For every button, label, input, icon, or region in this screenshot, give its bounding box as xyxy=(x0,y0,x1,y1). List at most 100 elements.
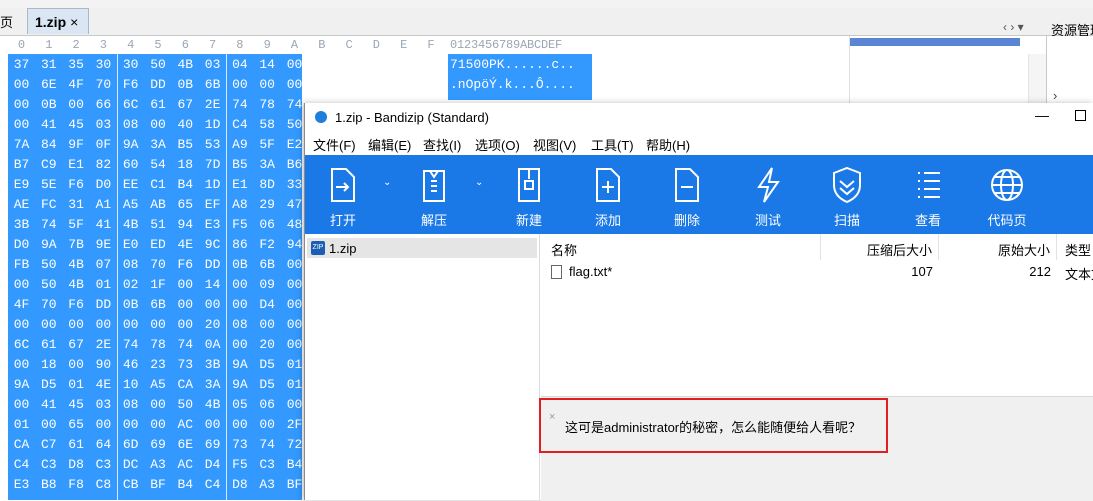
hex-byte[interactable]: D4 xyxy=(254,297,281,312)
hex-byte[interactable]: 00 xyxy=(63,317,90,332)
hex-byte[interactable]: 9A xyxy=(8,377,35,392)
hex-byte[interactable]: 51 xyxy=(145,217,172,232)
hex-row[interactable]: FB 50 4B 07 08 70 F6 DD 0B 6B 00 xyxy=(8,254,303,274)
hex-byte[interactable]: ED xyxy=(145,237,172,252)
hex-byte[interactable]: E1 xyxy=(63,157,90,172)
hex-byte[interactable]: 45 xyxy=(63,117,90,132)
hex-byte[interactable]: F5 xyxy=(226,457,253,472)
hex-byte[interactable]: 35 xyxy=(63,57,90,72)
hex-byte[interactable]: 78 xyxy=(145,337,172,352)
hex-byte[interactable]: 08 xyxy=(418,77,445,92)
hex-byte[interactable]: 86 xyxy=(226,237,253,252)
hex-byte[interactable]: 10 xyxy=(117,377,144,392)
hex-byte[interactable]: 53 xyxy=(199,137,226,152)
hex-byte[interactable]: 74 xyxy=(35,217,62,232)
hex-byte[interactable]: 61 xyxy=(145,97,172,112)
hex-byte[interactable]: B5 xyxy=(172,137,199,152)
hex-byte[interactable]: 1D xyxy=(199,117,226,132)
hex-byte[interactable]: 00 xyxy=(35,317,62,332)
hex-byte[interactable]: 00 xyxy=(254,77,281,92)
menu-view[interactable]: 视图(V) xyxy=(533,135,576,154)
hex-byte[interactable]: D5 xyxy=(35,377,62,392)
hex-byte[interactable]: 69 xyxy=(145,437,172,452)
hex-byte[interactable]: 7A xyxy=(8,137,35,152)
hex-byte[interactable]: 00 xyxy=(226,337,253,352)
hex-byte[interactable]: 66 xyxy=(90,97,117,112)
hex-byte[interactable]: DD xyxy=(145,77,172,92)
hex-byte[interactable]: 0B xyxy=(117,297,144,312)
chevron-right-icon[interactable]: › xyxy=(1053,88,1057,103)
hex-byte[interactable]: C4 xyxy=(8,457,35,472)
hex-byte[interactable]: D4 xyxy=(308,77,335,92)
hex-byte[interactable]: 03 xyxy=(199,57,226,72)
hex-byte[interactable]: B5 xyxy=(226,157,253,172)
hex-byte[interactable]: 08 xyxy=(117,117,144,132)
hex-byte[interactable]: 70 xyxy=(145,257,172,272)
hex-byte[interactable]: BF xyxy=(145,477,172,492)
column-header-type[interactable]: 类型 xyxy=(1057,234,1093,260)
hex-byte[interactable]: 41 xyxy=(35,117,62,132)
hex-byte[interactable]: F6 xyxy=(63,297,90,312)
hex-byte[interactable]: 50 xyxy=(35,257,62,272)
hex-byte[interactable]: 9C xyxy=(199,237,226,252)
hex-byte[interactable]: C8 xyxy=(90,477,117,492)
hex-byte[interactable]: 4B xyxy=(199,397,226,412)
hex-byte[interactable]: 9F xyxy=(63,137,90,152)
hex-byte[interactable]: FC xyxy=(35,197,62,212)
hex-row[interactable]: 37 31 35 30 30 50 4B 03 04 14 00 09 00 63 00 0A xyxy=(8,54,439,74)
hex-byte[interactable]: 00 xyxy=(226,417,253,432)
hex-byte[interactable]: C4 xyxy=(226,117,253,132)
hex-byte[interactable]: A5 xyxy=(117,197,144,212)
hex-byte[interactable]: 00 xyxy=(226,77,253,92)
delete-button[interactable]: 删除 xyxy=(663,155,711,234)
hex-byte[interactable]: D4 xyxy=(199,457,226,472)
hex-byte[interactable]: E3 xyxy=(199,217,226,232)
hex-byte[interactable]: D8 xyxy=(63,457,90,472)
hex-row[interactable]: 01 00 65 00 00 00 AC 00 00 00 2F xyxy=(8,414,303,434)
hex-byte[interactable]: 00 xyxy=(390,57,417,72)
hex-byte[interactable]: 58 xyxy=(254,117,281,132)
hex-byte[interactable]: 00 xyxy=(90,317,117,332)
hex-byte[interactable]: 00 xyxy=(145,397,172,412)
hex-row[interactable]: 9A D5 01 4E 10 A5 CA 3A 9A D5 01 xyxy=(8,374,303,394)
hex-byte[interactable]: 37 xyxy=(8,57,35,72)
file-name[interactable]: flag.txt* xyxy=(569,264,612,279)
hex-byte[interactable]: A5 xyxy=(145,377,172,392)
hex-byte[interactable]: 50 xyxy=(145,57,172,72)
hex-byte[interactable]: 4B xyxy=(63,257,90,272)
hex-byte[interactable]: 65 xyxy=(63,417,90,432)
hex-byte[interactable]: 01 xyxy=(8,417,35,432)
hex-byte[interactable]: 73 xyxy=(172,357,199,372)
ascii-row[interactable]: 71500PK......c.. xyxy=(450,57,575,72)
hex-byte[interactable]: 6B xyxy=(145,297,172,312)
hex-byte[interactable]: 6C xyxy=(8,337,35,352)
tab-1-zip[interactable]: 1.zip × xyxy=(27,8,89,34)
hex-byte[interactable]: 29 xyxy=(254,197,281,212)
column-header-name[interactable]: 名称 xyxy=(541,234,821,260)
hex-byte[interactable]: 00 xyxy=(90,417,117,432)
hex-byte[interactable]: 2E xyxy=(90,337,117,352)
hex-byte[interactable]: C4 xyxy=(199,477,226,492)
hex-byte[interactable]: 00 xyxy=(336,77,363,92)
hex-byte[interactable]: B8 xyxy=(35,477,62,492)
column-header-original[interactable]: 原始大小 xyxy=(939,234,1057,260)
hex-byte[interactable]: C1 xyxy=(145,177,172,192)
hex-row[interactable]: D0 9A 7B 9E E0 ED 4E 9C 86 F2 94 xyxy=(8,234,303,254)
tab-previous[interactable]: 页 xyxy=(0,12,13,31)
minimize-button[interactable]: — xyxy=(1035,107,1049,123)
hex-byte[interactable]: 18 xyxy=(172,157,199,172)
hex-byte[interactable]: 2E xyxy=(199,97,226,112)
hex-row[interactable]: 3B 74 5F 41 4B 51 94 E3 F5 06 48 xyxy=(8,214,303,234)
hex-byte[interactable]: D0 xyxy=(90,177,117,192)
hex-byte[interactable]: 00 xyxy=(254,317,281,332)
hex-byte[interactable]: 73 xyxy=(226,437,253,452)
hex-byte[interactable]: 90 xyxy=(90,357,117,372)
hex-byte[interactable]: 60 xyxy=(117,157,144,172)
hex-byte[interactable]: 31 xyxy=(35,57,62,72)
hex-byte[interactable]: 46 xyxy=(117,357,144,372)
hex-byte[interactable]: F2 xyxy=(254,237,281,252)
hex-byte[interactable]: A1 xyxy=(90,197,117,212)
menu-help[interactable]: 帮助(H) xyxy=(646,135,690,154)
view-button[interactable]: 查看 xyxy=(904,155,952,234)
hex-byte[interactable]: 6D xyxy=(117,437,144,452)
